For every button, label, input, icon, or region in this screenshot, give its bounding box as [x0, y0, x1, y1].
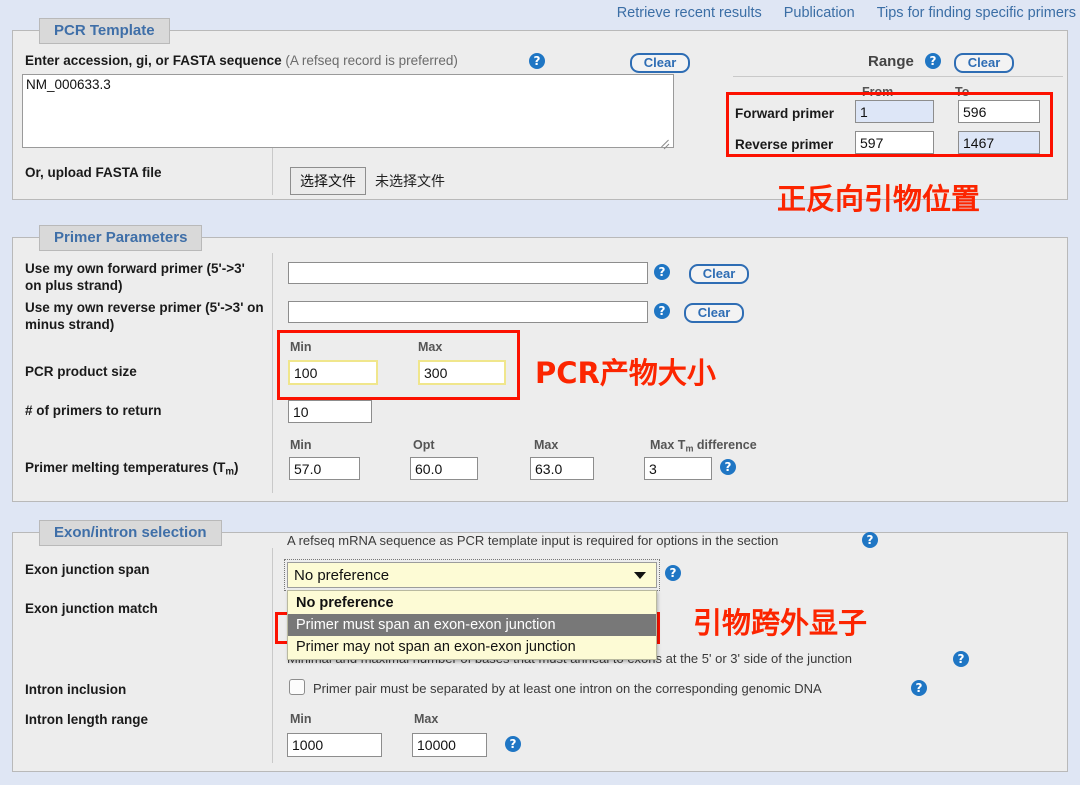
link-publication[interactable]: Publication	[784, 5, 855, 21]
help-icon-intron-inclusion[interactable]: ?	[911, 680, 927, 696]
help-icon-exon-junction-match[interactable]: ?	[953, 651, 969, 667]
tm-opt-head: Opt	[413, 438, 435, 452]
primer-melting-temperatures-label: Primer melting temperatures (Tm)	[25, 460, 239, 478]
pcr-product-size-min-input[interactable]: 100	[288, 360, 378, 385]
sequence-label: Enter accession, gi, or FASTA sequence (…	[25, 53, 458, 68]
link-retrieve-recent-results[interactable]: Retrieve recent results	[617, 5, 762, 21]
intron-max-head: Max	[414, 712, 439, 726]
intron-length-max-input[interactable]: 10000	[412, 733, 487, 757]
clear-button-sequence[interactable]: Clear	[630, 53, 690, 73]
exon-junction-span-selected-value: No preference	[294, 567, 390, 584]
help-icon-exon-intron-note[interactable]: ?	[862, 532, 878, 548]
link-tips-for-finding-specific-primers[interactable]: Tips for finding specific primers	[877, 5, 1076, 21]
intron-length-min-input[interactable]: 1000	[287, 733, 382, 757]
own-forward-primer-label: Use my own forward primer (5'->3' on plu…	[25, 261, 245, 293]
reverse-primer-range-label: Reverse primer	[735, 137, 834, 152]
dropdown-option-no-preference[interactable]: No preference	[288, 592, 656, 614]
forward-primer-to-input[interactable]: 596	[958, 100, 1040, 123]
annotation-text-range: 正反向引物位置	[777, 182, 981, 216]
exon-intron-note: A refseq mRNA sequence as PCR template i…	[287, 533, 779, 548]
exon-intron-legend: Exon/intron selection	[39, 520, 222, 546]
pcr-product-size-max-input[interactable]: 300	[418, 360, 506, 385]
help-icon-exon-junction-span[interactable]: ?	[665, 565, 681, 581]
own-reverse-primer-input[interactable]	[288, 301, 648, 323]
exon-junction-span-dropdown[interactable]: No preference Primer must span an exon-e…	[287, 590, 657, 660]
clear-button-range[interactable]: Clear	[954, 53, 1014, 73]
chevron-down-icon[interactable]	[634, 572, 646, 579]
dropdown-option-may-not-span[interactable]: Primer may not span an exon-exon junctio…	[288, 636, 656, 658]
exon-junction-span-label: Exon junction span	[25, 562, 150, 577]
primer-parameters-legend: Primer Parameters	[39, 225, 203, 251]
file-upload-control[interactable]: 选择文件 未选择文件	[290, 167, 445, 195]
product-size-min-head: Min	[290, 340, 312, 354]
clear-button-own-reverse-primer[interactable]: Clear	[684, 303, 744, 323]
intron-inclusion-text: Primer pair must be separated by at leas…	[313, 681, 822, 696]
range-title: Range	[868, 53, 914, 70]
intron-inclusion-checkbox[interactable]	[289, 679, 305, 695]
own-forward-primer-input[interactable]	[288, 262, 648, 284]
annotation-text-product-size: PCR产物大小	[535, 356, 716, 390]
help-icon-tm-difference[interactable]: ?	[720, 459, 736, 475]
tm-difference-input[interactable]: 3	[644, 457, 712, 480]
forward-primer-from-input[interactable]: 1	[855, 100, 934, 123]
upload-fasta-label: Or, upload FASTA file	[25, 165, 162, 180]
clear-button-own-forward-primer[interactable]: Clear	[689, 264, 749, 284]
tm-max-head: Max	[534, 438, 559, 452]
intron-length-range-label: Intron length range	[25, 712, 148, 727]
num-primers-to-return-input[interactable]: 10	[288, 400, 372, 423]
file-status-text: 未选择文件	[375, 173, 445, 189]
tm-opt-input[interactable]: 60.0	[410, 457, 478, 480]
pcr-template-legend: PCR Template	[39, 18, 170, 44]
range-divider-horizontal	[733, 76, 1063, 77]
product-size-max-head: Max	[418, 340, 443, 354]
reverse-primer-to-input[interactable]: 1467	[958, 131, 1040, 154]
annotation-text-exon-junction-span: 引物跨外显子	[693, 606, 868, 640]
exon-intron-divider-vertical	[272, 548, 273, 763]
primer-params-divider-vertical	[272, 253, 273, 493]
help-icon-own-reverse-primer[interactable]: ?	[654, 303, 670, 319]
num-primers-to-return-label: # of primers to return	[25, 403, 162, 418]
range-col-to: To	[955, 85, 970, 99]
tm-max-input[interactable]: 63.0	[530, 457, 594, 480]
tm-difference-head: Max Tm difference	[650, 438, 757, 454]
pcr-product-size-label: PCR product size	[25, 364, 137, 379]
exon-junction-match-label: Exon junction match	[25, 601, 158, 616]
own-reverse-primer-label: Use my own reverse primer (5'->3' on min…	[25, 300, 264, 332]
range-col-from: From	[862, 85, 894, 99]
dropdown-option-must-span[interactable]: Primer must span an exon-exon junction	[288, 614, 656, 636]
reverse-primer-from-input[interactable]: 597	[855, 131, 934, 154]
forward-primer-range-label: Forward primer	[735, 106, 835, 121]
help-icon-own-forward-primer[interactable]: ?	[654, 264, 670, 280]
intron-min-head: Min	[290, 712, 312, 726]
exon-junction-span-select[interactable]: No preference	[284, 559, 660, 591]
help-icon-range[interactable]: ?	[925, 53, 941, 69]
choose-file-button[interactable]: 选择文件	[290, 167, 366, 195]
intron-inclusion-label: Intron inclusion	[25, 682, 127, 697]
help-icon-intron-length-range[interactable]: ?	[505, 736, 521, 752]
tm-min-input[interactable]: 57.0	[289, 457, 360, 480]
help-icon-sequence[interactable]: ?	[529, 53, 545, 69]
tm-min-head: Min	[290, 438, 312, 452]
sequence-textarea[interactable]	[22, 74, 674, 148]
sequence-note: (A refseq record is preferred)	[285, 53, 458, 68]
